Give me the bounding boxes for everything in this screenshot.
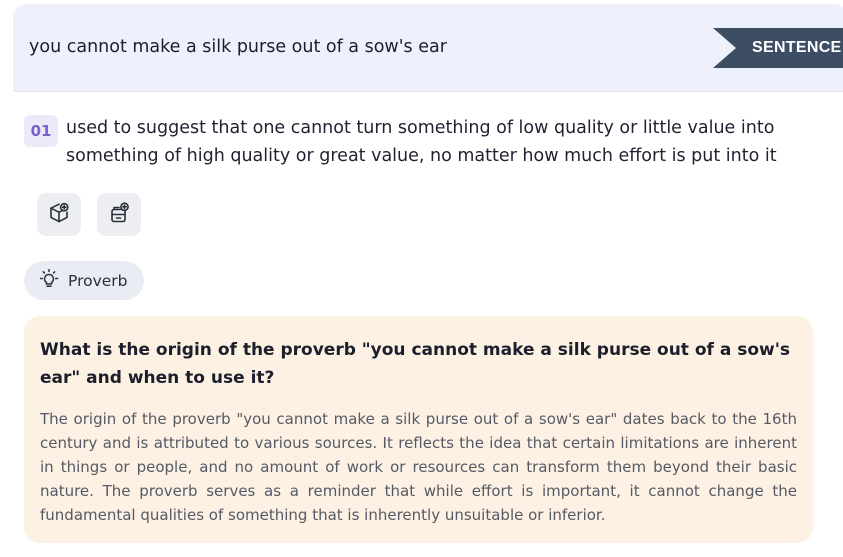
origin-question: What is the origin of the proverb "you c… <box>40 340 791 388</box>
origin-answer: The origin of the proverb "you cannot ma… <box>40 410 797 524</box>
type-badge: SENTENCE <box>713 28 843 68</box>
add-to-notebook-button[interactable] <box>97 193 141 236</box>
category-tag-label: Proverb <box>68 271 128 290</box>
cube-plus-icon <box>47 201 71 229</box>
definition-text: used to suggest that one cannot turn som… <box>66 118 777 166</box>
lightbulb-icon <box>37 267 61 295</box>
entry-header: you cannot make a silk purse out of a so… <box>13 4 843 92</box>
entry-phrase: you cannot make a silk purse out of a so… <box>29 37 447 57</box>
add-to-collection-button[interactable] <box>37 193 81 236</box>
category-tag[interactable]: Proverb <box>24 261 144 300</box>
definition-number: 01 <box>24 115 58 147</box>
origin-panel: What is the origin of the proverb "you c… <box>24 316 813 543</box>
box-plus-icon <box>107 201 131 229</box>
